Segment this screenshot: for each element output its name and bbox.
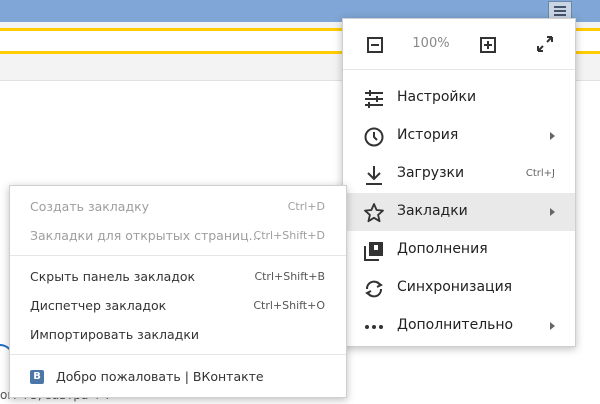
hide-bookmarks-bar-item[interactable]: Скрыть панель закладок Ctrl+Shift+B <box>10 262 346 291</box>
sync-icon <box>365 280 383 298</box>
star-icon <box>364 203 384 223</box>
menu-item-more[interactable]: Дополнительно <box>343 307 575 345</box>
submenu-item-label: Закладки для открытых страниц... <box>30 228 261 243</box>
submenu-item-label: Импортировать закладки <box>30 327 199 342</box>
menu-item-label: Синхронизация <box>397 279 513 295</box>
submenu-divider <box>10 354 346 355</box>
vk-icon: В <box>30 370 44 384</box>
main-menu: 100% Настройки История Загрузки Ctrl+J З… <box>342 18 576 347</box>
submenu-divider <box>10 255 346 256</box>
bookmarks-submenu: Создать закладку Ctrl+D Закладки для отк… <box>9 185 347 398</box>
shortcut-label: Ctrl+Shift+D <box>253 229 325 242</box>
submenu-item-label: Создать закладку <box>30 199 150 214</box>
menu-item-label: История <box>397 127 459 143</box>
menu-item-label: Дополнения <box>397 241 488 257</box>
menu-item-settings[interactable]: Настройки <box>343 79 575 117</box>
menu-divider <box>343 69 575 70</box>
menu-item-label: Загрузки <box>397 165 465 181</box>
shortcut-label: Ctrl+Shift+B <box>254 270 325 283</box>
submenu-item-label: Добро пожаловать | ВКонтакте <box>56 369 264 384</box>
shortcut-label: Ctrl+J <box>525 168 555 179</box>
zoom-row: 100% <box>343 19 575 69</box>
menu-item-extensions[interactable]: Дополнения <box>343 231 575 269</box>
import-bookmarks-item[interactable]: Импортировать закладки <box>10 320 346 349</box>
menu-item-history[interactable]: История <box>343 117 575 155</box>
submenu-item-label: Скрыть панель закладок <box>30 269 196 284</box>
fullscreen-icon[interactable] <box>536 35 554 53</box>
menu-item-label: Настройки <box>397 89 477 105</box>
zoom-in-button[interactable] <box>480 37 496 53</box>
shortcut-label: Ctrl+D <box>287 200 325 213</box>
create-bookmark-item[interactable]: Создать закладку Ctrl+D <box>10 192 346 221</box>
menu-item-bookmarks[interactable]: Закладки <box>343 193 575 231</box>
zoom-out-button[interactable] <box>367 37 383 53</box>
submenu-arrow-icon <box>550 322 555 330</box>
plus-icon <box>487 41 489 49</box>
menu-item-label: Закладки <box>397 203 468 219</box>
submenu-item-label: Диспетчер закладок <box>30 298 167 313</box>
menu-item-downloads[interactable]: Загрузки Ctrl+J <box>343 155 575 193</box>
shortcut-label: Ctrl+Shift+O <box>253 299 325 312</box>
download-icon <box>366 166 382 185</box>
zoom-value: 100% <box>412 36 450 51</box>
bookmark-manager-item[interactable]: Диспетчер закладок Ctrl+Shift+O <box>10 291 346 320</box>
submenu-arrow-icon <box>550 132 555 140</box>
menu-item-sync[interactable]: Синхронизация <box>343 269 575 307</box>
bookmark-open-pages-item[interactable]: Закладки для открытых страниц... Ctrl+Sh… <box>10 221 346 250</box>
menu-item-label: Дополнительно <box>397 317 514 333</box>
clock-icon <box>364 127 384 147</box>
bookmark-vk-item[interactable]: В Добро пожаловать | ВКонтакте <box>10 362 346 391</box>
extensions-icon <box>364 242 383 261</box>
submenu-arrow-icon <box>550 208 555 216</box>
minus-icon <box>371 44 379 46</box>
more-dots-icon <box>365 325 383 329</box>
settings-sliders-icon <box>365 90 383 108</box>
